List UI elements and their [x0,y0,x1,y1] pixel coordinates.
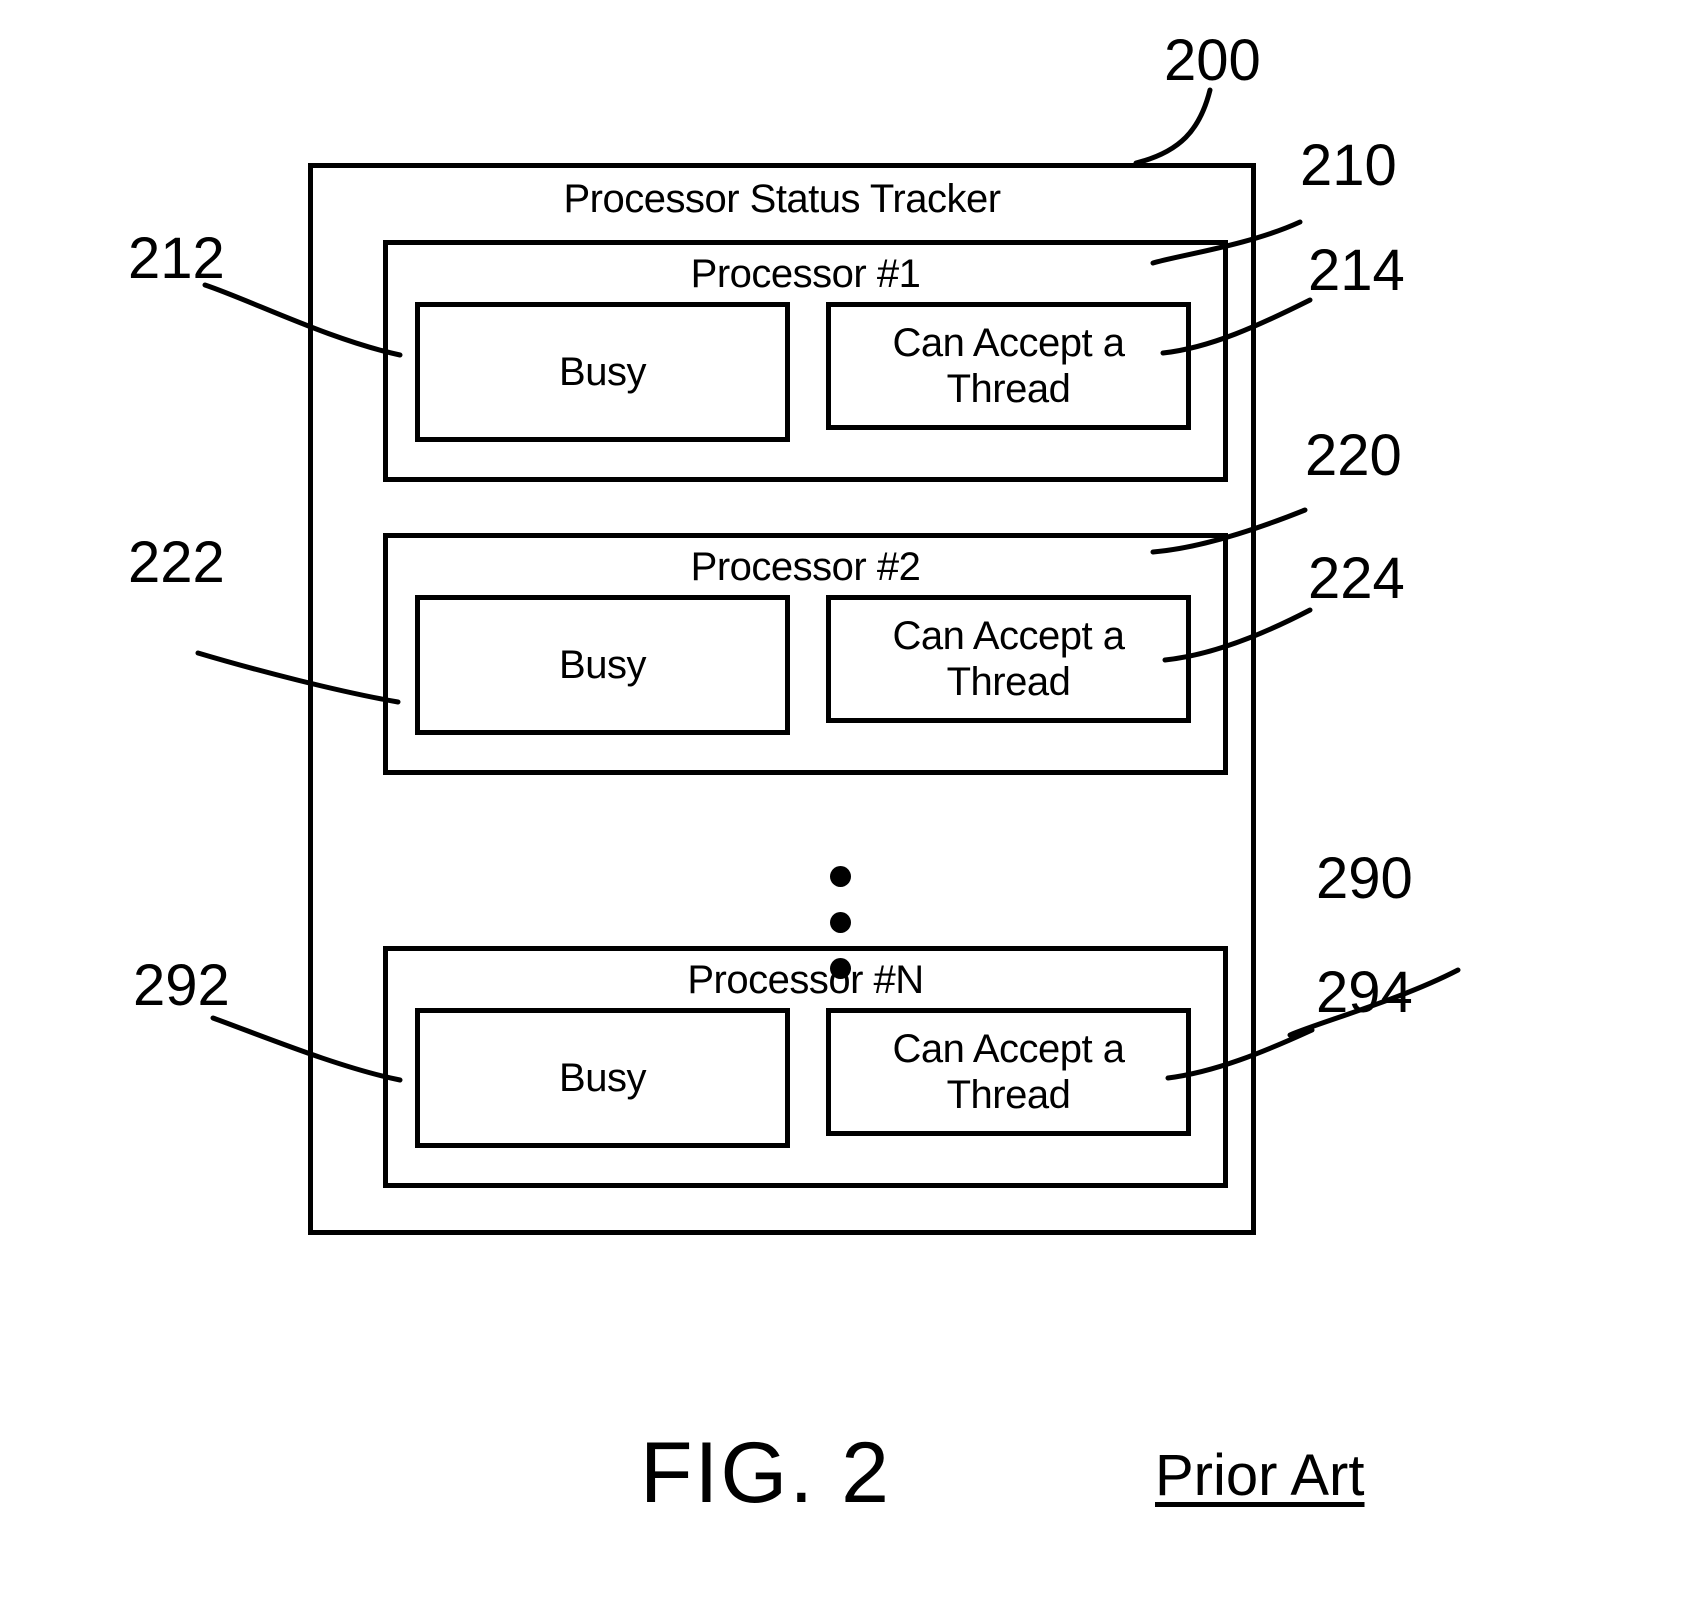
reference-numeral-290: 290 [1316,846,1413,911]
reference-numeral-222: 222 [128,530,225,595]
processor-2-can-accept-thread-box: Can Accept a Thread [826,595,1191,723]
processor-block-n: Processor #N Busy Can Accept a Thread [383,946,1228,1188]
prior-art-note: Prior Art [1155,1443,1365,1508]
processor-1-can-accept-thread-box: Can Accept a Thread [826,302,1191,430]
processor-block-2: Processor #2 Busy Can Accept a Thread [383,533,1228,775]
processor-1-busy-box: Busy [415,302,790,442]
processor-n-busy-box: Busy [415,1008,790,1148]
processor-n-busy-label: Busy [559,1056,646,1100]
ellipsis-dot [830,912,851,933]
reference-numeral-294: 294 [1316,960,1413,1025]
reference-numeral-212: 212 [128,226,225,291]
processor-n-can-accept-thread-box: Can Accept a Thread [826,1008,1191,1136]
reference-numeral-224: 224 [1308,546,1405,611]
processor-n-title: Processor #N [687,958,924,1002]
reference-numeral-200: 200 [1164,28,1261,93]
processor-2-busy-label: Busy [559,643,646,687]
processor-1-title: Processor #1 [690,252,921,296]
reference-numeral-292: 292 [133,953,230,1018]
patent-figure: Processor Status Tracker Processor #1 Bu… [0,0,1689,1622]
processor-1-can-accept-thread-label: Can Accept a Thread [892,321,1125,411]
processor-2-can-accept-thread-label: Can Accept a Thread [892,614,1125,704]
figure-caption: FIG. 2 [640,1425,891,1521]
processor-status-tracker-box: Processor Status Tracker Processor #1 Bu… [308,163,1256,1235]
leader-line-200 [1133,87,1213,166]
ellipsis-dot [830,866,851,887]
processor-block-1: Processor #1 Busy Can Accept a Thread [383,240,1228,482]
processor-2-busy-box: Busy [415,595,790,735]
processor-n-can-accept-thread-label: Can Accept a Thread [892,1027,1125,1117]
reference-numeral-214: 214 [1308,238,1405,303]
processor-status-tracker-title: Processor Status Tracker [563,177,1001,221]
processor-2-title: Processor #2 [690,545,921,589]
processor-1-busy-label: Busy [559,350,646,394]
reference-numeral-210: 210 [1300,133,1397,198]
ellipsis-dot [830,958,851,979]
reference-numeral-220: 220 [1305,423,1402,488]
